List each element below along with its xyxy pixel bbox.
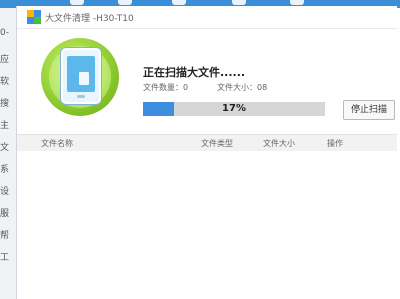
- background-sidebar-item: 0-: [0, 28, 9, 38]
- scan-status-panel: 正在扫描大文件...... 文件数量：0 文件大小：08 17% 停止扫描: [17, 28, 397, 134]
- scan-progress-bar: 17%: [143, 102, 325, 116]
- background-sidebar-item: 软: [0, 77, 10, 87]
- background-sidebar-item: 工: [0, 253, 10, 263]
- background-sidebar-item: 服: [0, 209, 10, 219]
- background-sidebar-item: 设: [0, 187, 10, 197]
- toolbar-icon: [290, 0, 304, 5]
- app-logo-icon: [27, 10, 41, 24]
- file-count-label: 文件数量：0: [143, 83, 189, 92]
- toolbar-icon: [70, 0, 84, 5]
- file-table-body: [17, 151, 397, 299]
- phone-home-button: [77, 95, 85, 98]
- scan-progress-text: 17%: [222, 103, 246, 114]
- toolbar-icon: [172, 0, 186, 5]
- background-sidebar-item: 应: [0, 55, 10, 65]
- background-sidebar-item: 搜: [0, 99, 10, 109]
- phone-screen: [67, 56, 95, 92]
- window-titlebar[interactable]: 大文件清理 -H30-T10: [17, 6, 397, 29]
- scan-heading: 正在扫描大文件......: [143, 66, 246, 79]
- large-file-cleanup-window: 大文件清理 -H30-T10 正在扫描大文件...... 文件数量：0 文件大小…: [16, 6, 397, 299]
- file-size-label: 文件大小：08: [217, 83, 268, 92]
- file-table-header: 文件名称 文件类型 文件大小 操作: [17, 134, 397, 151]
- toolbar-icon: [232, 0, 246, 5]
- column-header-file-size[interactable]: 文件大小: [263, 138, 295, 149]
- window-title: 大文件清理 -H30-T10: [45, 14, 134, 24]
- document-icon: [79, 72, 89, 85]
- toolbar-icon: [118, 0, 132, 5]
- column-header-actions: 操作: [327, 139, 343, 148]
- column-header-file-type[interactable]: 文件类型: [201, 138, 233, 149]
- background-app-sidebar: 0- 应 软 搜 主 文 系 设 服 帮 工: [0, 8, 17, 299]
- column-header-file-name[interactable]: 文件名称: [41, 138, 73, 149]
- background-sidebar-item: 主: [0, 121, 10, 131]
- background-sidebar-item: 系: [0, 165, 10, 175]
- phone-icon: [61, 48, 101, 104]
- background-sidebar-item: 文: [0, 143, 10, 153]
- background-sidebar-item: 帮: [0, 231, 10, 241]
- stop-scan-button[interactable]: 停止扫描: [343, 100, 395, 120]
